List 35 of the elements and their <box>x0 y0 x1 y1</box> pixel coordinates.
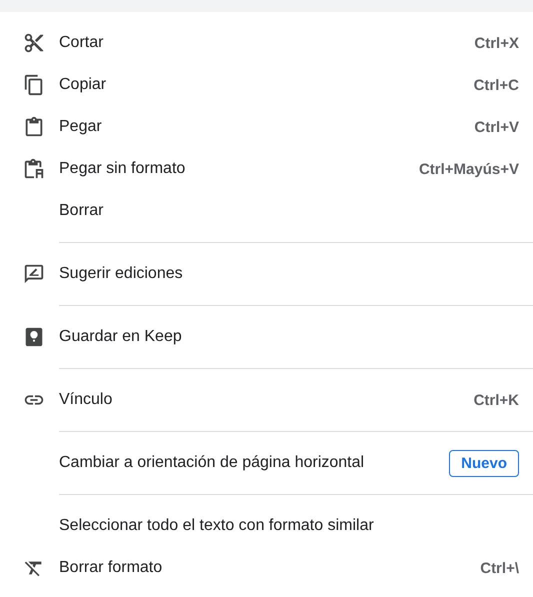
menu-item[interactable]: Pegar Ctrl+V <box>0 106 533 148</box>
item-label: Cortar <box>59 34 104 52</box>
keyboard-shortcut: Ctrl+X <box>474 34 519 52</box>
item-label: Borrar formato <box>59 559 164 577</box>
menu-item[interactable]: Pegar sin formato Ctrl+Mayús+V <box>0 148 533 190</box>
menu-item[interactable]: Vínculo Ctrl+K <box>0 379 533 421</box>
item-label: Sugerir ediciones <box>59 265 184 283</box>
item-label: Borrar <box>59 202 104 220</box>
item-label: Seleccionar todo el texto con formato similar <box>59 517 375 535</box>
menu-item[interactable]: Cambiar a orientación de página horizontal Nuevo <box>0 442 533 484</box>
menu-item[interactable]: Copiar Ctrl+C <box>0 64 533 106</box>
menu-item[interactable]: Cortar Ctrl+X <box>0 22 533 64</box>
keyboard-shortcut: Ctrl+K <box>474 392 519 408</box>
menu-item[interactable]: Borrar <box>0 190 533 232</box>
item-label: Vínculo <box>59 391 114 409</box>
clipboard-icon <box>23 116 45 138</box>
menu-item[interactable]: Guardar en Keep <box>0 316 533 358</box>
menu-item[interactable]: Seleccionar todo el texto con formato similar <box>0 505 533 547</box>
item-label: Cambiar a orientación de página horizontal <box>59 454 366 472</box>
suggest-edit-icon <box>23 263 45 285</box>
item-label: Pegar sin formato <box>59 160 186 178</box>
keyboard-shortcut: Ctrl+\ <box>480 560 519 576</box>
keyboard-shortcut: Ctrl+Mayús+V <box>418 160 519 178</box>
new-badge: Nuevo <box>449 450 519 476</box>
menu-item[interactable]: Sugerir ediciones <box>0 253 533 295</box>
menu-item[interactable]: Borrar formato Ctrl+\ <box>0 547 533 589</box>
lightbulb-icon <box>23 326 45 348</box>
item-label: Guardar en Keep <box>59 328 183 346</box>
keyboard-shortcut: Ctrl+C <box>474 76 519 94</box>
copy-icon <box>23 74 45 96</box>
clipboard-text-icon <box>23 158 45 180</box>
keyboard-shortcut: Ctrl+V <box>474 118 519 136</box>
scissors-icon <box>23 32 45 54</box>
item-label: Copiar <box>59 76 108 94</box>
item-label: Pegar <box>59 118 103 136</box>
